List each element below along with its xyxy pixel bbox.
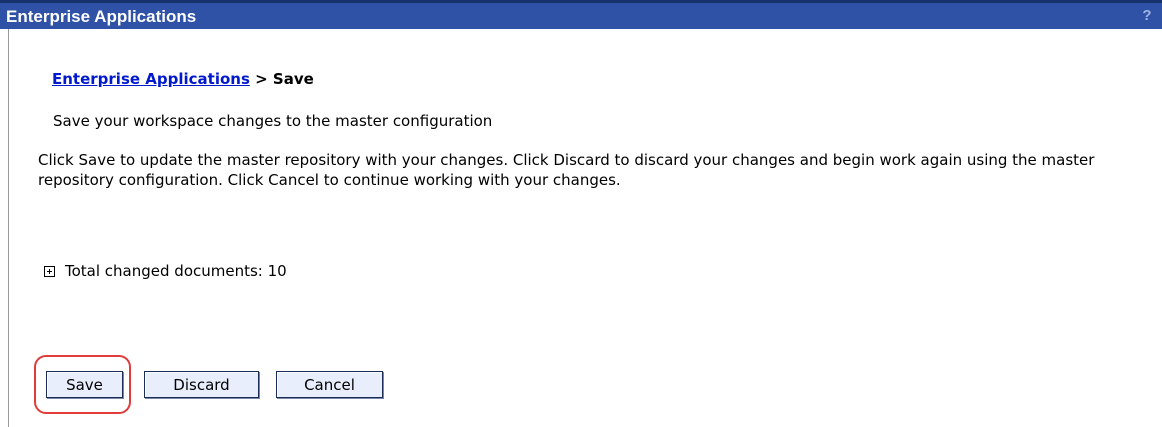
changed-documents-row[interactable]: Total changed documents: 10 bbox=[44, 262, 287, 282]
save-button[interactable]: Save bbox=[46, 371, 123, 398]
breadcrumb-link-enterprise-applications[interactable]: Enterprise Applications bbox=[52, 70, 250, 88]
save-workspace-page: Enterprise Applications ? Enterprise App… bbox=[0, 0, 1162, 427]
breadcrumb-current: Save bbox=[272, 70, 314, 88]
page-subtitle: Save your workspace changes to the maste… bbox=[53, 112, 493, 130]
title-bar: Enterprise Applications ? bbox=[0, 0, 1162, 29]
breadcrumb: Enterprise Applications > Save bbox=[52, 70, 314, 88]
expand-icon[interactable] bbox=[44, 266, 55, 277]
help-icon[interactable]: ? bbox=[1140, 7, 1154, 25]
discard-button[interactable]: Discard bbox=[144, 371, 259, 398]
page-description: Click Save to update the master reposito… bbox=[38, 151, 1095, 189]
cancel-button[interactable]: Cancel bbox=[276, 371, 383, 398]
left-divider bbox=[8, 29, 9, 427]
window-title: Enterprise Applications bbox=[6, 7, 197, 26]
breadcrumb-separator: > bbox=[255, 70, 268, 88]
changed-documents-label: Total changed documents: 10 bbox=[65, 262, 287, 280]
